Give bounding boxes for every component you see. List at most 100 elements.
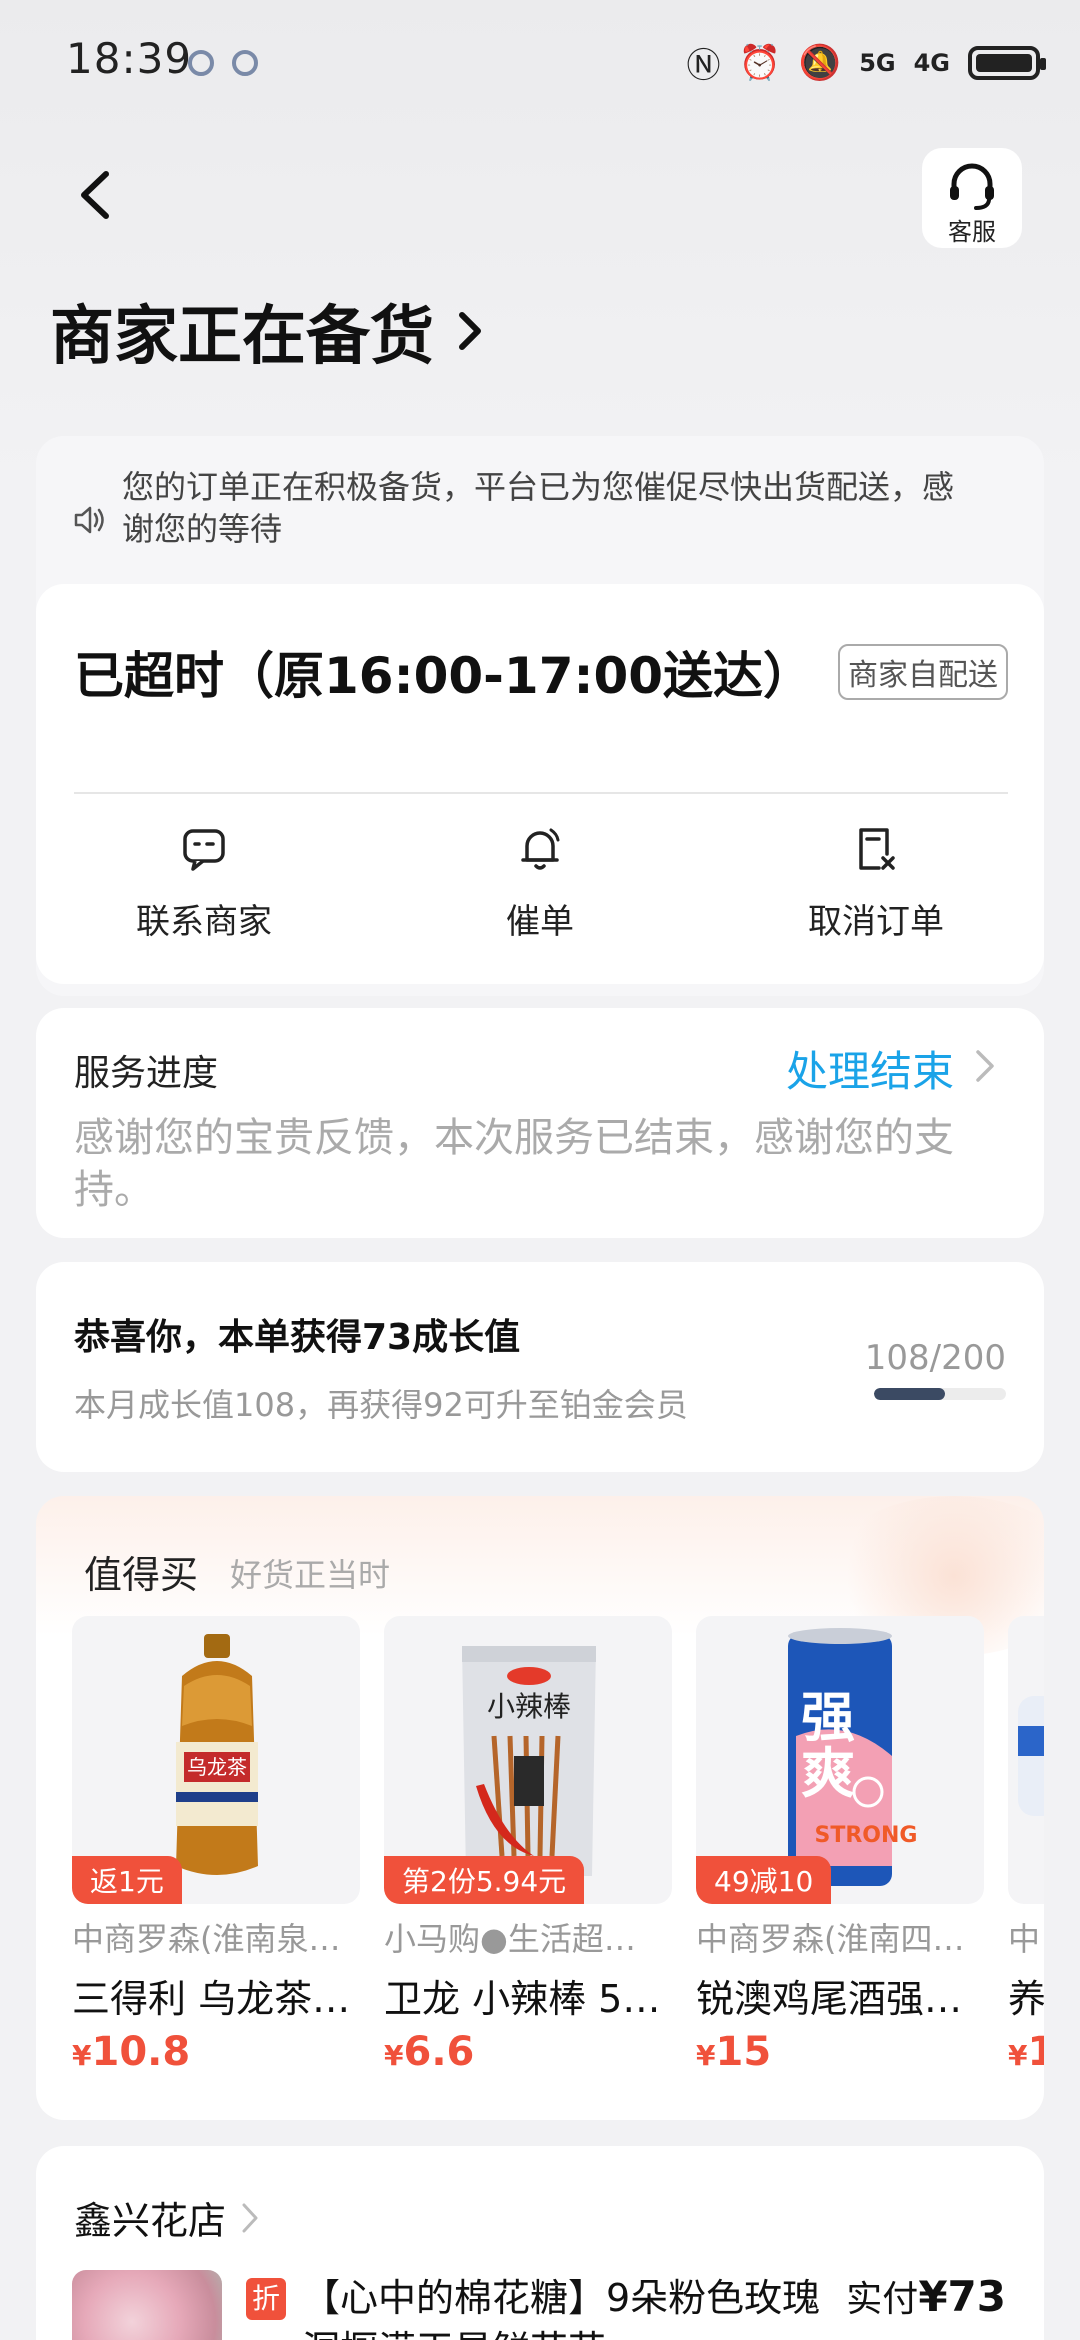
product-list: 乌龙茶 返1元 中商罗森(淮南泉… 三得利 乌龙茶… ¥10.8 小辣棒 第2份… bbox=[72, 1616, 1044, 2075]
product-name: 锐澳鸡尾酒强… bbox=[696, 1977, 963, 2021]
nfc-icon: Ⓝ bbox=[686, 46, 721, 86]
speaker-icon bbox=[74, 506, 104, 534]
product-price: ¥15 bbox=[696, 2029, 984, 2075]
product-card[interactable]: 小辣棒 第2份5.94元 小马购●生活超… 卫龙 小辣棒 5… ¥6.6 bbox=[384, 1616, 672, 2075]
price-symbol: ¥ bbox=[384, 2039, 404, 2072]
price-symbol: ¥ bbox=[72, 2039, 92, 2072]
paid-label: 实付 bbox=[846, 2279, 919, 2320]
price-value: 15 bbox=[715, 2029, 772, 2075]
service-progress-status[interactable]: 处理结束 bbox=[786, 1038, 954, 1099]
growth-card[interactable]: 恭喜你，本单获得73成长值 本月成长值108，再获得92可升至铂金会员 108/… bbox=[36, 1262, 1044, 1472]
product-price: ¥6.6 bbox=[384, 2029, 672, 2075]
product-shop: 中商罗森(淮南泉… bbox=[72, 1920, 341, 1958]
bell-icon bbox=[521, 828, 560, 870]
promo-badge: 49减10 bbox=[696, 1856, 832, 1904]
order-item-card: 鑫兴花店 折 【心中的棉花糖】9朵粉色玫瑰洞橱满天星鲜花花 实付¥73 bbox=[36, 2146, 1044, 2340]
page-title: 商家正在备货 bbox=[50, 300, 434, 374]
product-name: 卫龙 小辣棒 5… bbox=[384, 1977, 661, 2021]
growth-description: 本月成长值108，再获得92可升至铂金会员 bbox=[74, 1386, 688, 1424]
order-actions: 联系商家 催单 取消订单 bbox=[36, 824, 1044, 943]
promo-badge: 第2份5.94元 bbox=[384, 1856, 585, 1904]
product-image bbox=[1008, 1616, 1044, 1904]
product-name: 养 bbox=[1008, 1977, 1044, 2021]
price-value: 10.8 bbox=[91, 2029, 191, 2075]
status-bar: 18:39 Ⓝ ⏰ 🔕 5G 4G bbox=[0, 0, 1080, 120]
product-price: ¥10.8 bbox=[72, 2029, 360, 2075]
contact-merchant-button[interactable]: 联系商家 bbox=[36, 824, 372, 943]
notice-text: 您的订单正在积极备货，平台已为您催促尽快出货配送，感谢您的等待 bbox=[122, 468, 955, 548]
product-card[interactable]: 乌龙茶 返1元 中商罗森(淮南泉… 三得利 乌龙茶… ¥10.8 bbox=[72, 1616, 360, 2075]
alarm-icon: ⏰ bbox=[738, 42, 781, 83]
customer-service-button[interactable]: 客服 bbox=[922, 148, 1022, 248]
cancel-order-button[interactable]: 取消订单 bbox=[708, 824, 1044, 943]
shop-link[interactable]: 鑫兴花店 bbox=[74, 2190, 260, 2245]
chevron-right-icon bbox=[459, 312, 481, 350]
order-status-title[interactable]: 商家正在备货 bbox=[50, 285, 490, 377]
app-notification-icon bbox=[232, 50, 258, 76]
price-value: 6.6 bbox=[403, 2029, 475, 2075]
status-time: 18:39 bbox=[66, 34, 193, 83]
chevron-right-icon bbox=[242, 2203, 258, 2232]
chat-icon bbox=[183, 829, 225, 871]
service-progress-title: 服务进度 bbox=[74, 1053, 219, 1094]
product-image: 乌龙茶 返1元 bbox=[72, 1616, 360, 1904]
svg-text:乌龙茶: 乌龙茶 bbox=[187, 1755, 247, 1779]
back-button[interactable] bbox=[62, 160, 132, 230]
battery-icon bbox=[968, 45, 1046, 80]
product-image: 小辣棒 第2份5.94元 bbox=[384, 1616, 672, 1904]
price-symbol: ¥ bbox=[1008, 2039, 1028, 2072]
app-notification-icon bbox=[188, 50, 214, 76]
chevron-left-icon bbox=[81, 171, 109, 219]
product-shop: 中 bbox=[1008, 1920, 1041, 1958]
svg-text:小辣棒: 小辣棒 bbox=[487, 1690, 571, 1723]
urge-order-button[interactable]: 催单 bbox=[372, 824, 708, 943]
recommend-subtitle: 好货正当时 bbox=[230, 1556, 391, 1594]
chevron-right-icon bbox=[976, 1050, 994, 1082]
urge-order-label: 催单 bbox=[506, 902, 574, 942]
product-price: ¥1 bbox=[1008, 2029, 1044, 2075]
signal-5g-icon: 5G bbox=[859, 48, 896, 77]
svg-text:强: 强 bbox=[801, 1686, 855, 1749]
overdue-title: 已超时（原16:00-17:00送达） bbox=[74, 647, 814, 705]
paid-amount: 73 bbox=[947, 2272, 1006, 2321]
growth-progress-bar bbox=[874, 1388, 1006, 1400]
signal-4g-icon: 4G bbox=[913, 48, 950, 77]
headset-icon bbox=[950, 163, 994, 210]
mute-icon: 🔕 bbox=[798, 42, 842, 83]
flower-bouquet-thumbnail[interactable] bbox=[72, 2270, 222, 2340]
service-progress-card[interactable]: 服务进度 处理结束 感谢您的宝贵反馈，本次服务已结束，感谢您的支持。 bbox=[36, 1008, 1044, 1238]
svg-text:爽: 爽 bbox=[801, 1742, 855, 1805]
product-shop: 小马购●生活超… bbox=[384, 1920, 636, 1958]
service-label: 客服 bbox=[948, 218, 996, 246]
delivery-type-badge: 商家自配送 bbox=[838, 644, 1008, 700]
service-progress-description: 感谢您的宝贵反馈，本次服务已结束，感谢您的支持。 bbox=[74, 1115, 954, 1213]
product-name: 三得利 乌龙茶… bbox=[72, 1977, 351, 2021]
recommend-card: 值得买 好货正当时 乌龙茶 返1元 中商罗森(淮南泉… 三得利 乌龙茶… ¥10… bbox=[36, 1496, 1044, 2120]
order-detail-page: 18:39 Ⓝ ⏰ 🔕 5G 4G 客服 商家正在备货 您的订单正在积极备货，平… bbox=[0, 0, 1080, 2340]
order-paid: 实付¥73 bbox=[846, 2270, 1006, 2322]
price-symbol: ¥ bbox=[696, 2039, 716, 2072]
product-image: 强 爽 STRONG 49减10 bbox=[696, 1616, 984, 1904]
price-value: 1 bbox=[1027, 2029, 1044, 2075]
growth-progress-fill bbox=[874, 1388, 946, 1400]
product-card[interactable]: 强 爽 STRONG 49减10 中商罗森(淮南四… 锐澳鸡尾酒强… ¥15 bbox=[696, 1616, 984, 2075]
yogurt-bottle-image bbox=[1018, 1696, 1044, 1816]
product-card[interactable]: 中 养 ¥1 bbox=[1008, 1616, 1044, 2075]
cancel-doc-icon bbox=[859, 828, 895, 870]
status-indicators: Ⓝ ⏰ 🔕 5G 4G bbox=[686, 38, 1046, 87]
shop-name: 鑫兴花店 bbox=[74, 2199, 227, 2243]
discount-badge: 折 bbox=[246, 2278, 286, 2320]
paid-symbol: ¥ bbox=[918, 2272, 948, 2321]
product-shop: 中商罗森(淮南四… bbox=[696, 1920, 965, 1958]
growth-title: 恭喜你，本单获得73成长值 bbox=[74, 1317, 521, 1358]
recommend-title: 值得买 bbox=[84, 1553, 199, 1597]
promo-badge: 返1元 bbox=[72, 1856, 182, 1904]
contact-merchant-label: 联系商家 bbox=[136, 902, 272, 942]
svg-text:STRONG: STRONG bbox=[815, 1823, 918, 1848]
divider bbox=[74, 792, 1008, 794]
order-status-card: 已超时（原16:00-17:00送达） 商家自配送 联系商家 催单 取消订单 bbox=[36, 584, 1044, 984]
growth-count: 108/200 bbox=[864, 1338, 1006, 1378]
cancel-order-label: 取消订单 bbox=[808, 902, 944, 942]
order-item-title[interactable]: 【心中的棉花糖】9朵粉色玫瑰洞橱满天星鲜花花 bbox=[302, 2272, 822, 2340]
notice-row: 您的订单正在积极备货，平台已为您催促尽快出货配送，感谢您的等待 bbox=[72, 466, 984, 550]
